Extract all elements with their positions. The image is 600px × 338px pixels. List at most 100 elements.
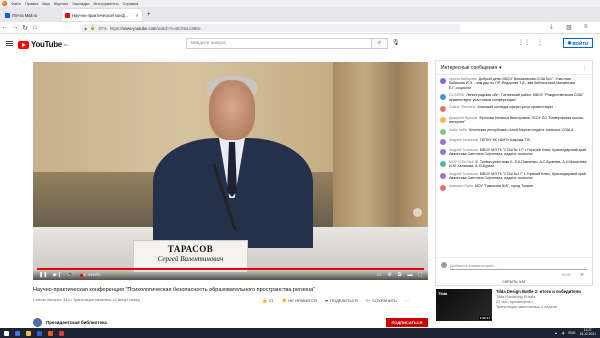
search-button[interactable]: ⌕ <box>372 38 388 49</box>
menu-item-help[interactable]: Справка <box>122 1 138 6</box>
pause-icon[interactable]: ❚❚ <box>39 272 47 278</box>
chat-author[interactable]: Galina Sheshina <box>449 105 475 109</box>
clock[interactable]: 11:27 15.12.2021 <box>579 329 596 336</box>
new-tab-button[interactable]: + <box>144 9 154 21</box>
chat-message-body: Андрей Толкачев МБОУ МО ГК "СОШ № 17" г Г… <box>449 148 588 157</box>
chat-input[interactable]: Добавить комментарий... <box>450 263 497 268</box>
settings-gear-icon[interactable]: ⚙ <box>387 272 391 278</box>
chat-author[interactable]: OLGERD <box>449 93 464 97</box>
back-icon[interactable]: ← <box>0 24 10 31</box>
youtube-logo[interactable]: YouTube RU <box>18 40 68 49</box>
channel-name[interactable]: Президентская библиотека <box>46 320 107 325</box>
chat-author[interactable]: Андрей Толкачев <box>449 148 478 152</box>
chat-message[interactable]: OLGERD Ленинградская обл , Гатчинский рай… <box>440 93 588 102</box>
lock-icon[interactable]: 🔒 <box>90 25 95 31</box>
word-icon[interactable] <box>37 330 42 336</box>
menu-item-tools[interactable]: Инструменты <box>94 1 119 6</box>
search-input[interactable]: Введите запрос <box>186 38 372 49</box>
mail-favicon-icon <box>5 12 10 18</box>
chat-options-icon[interactable]: ⋮ <box>582 65 587 71</box>
recommended-info[interactable]: Tilda Design Battle 2: итоги и победител… <box>496 289 581 321</box>
chat-message[interactable]: Аманата Путм МОУ "Гимназия №5", город Тих… <box>440 184 588 191</box>
like-button[interactable]: 👍 21 <box>262 298 273 303</box>
share-button[interactable]: ➦ ПОДЕЛИТЬСЯ <box>325 298 358 303</box>
video-player[interactable]: ТАРАСОВ Сергей Валентинович ❚❚ ▶❙ 🔊 В ЭФ… <box>33 62 428 280</box>
downloads-icon[interactable]: ⤓ <box>550 24 553 31</box>
tab-bar: Почта Mail.ru Научно-практическая конф..… <box>0 7 600 22</box>
network-icon[interactable]: ▲ <box>554 331 557 335</box>
chat-author[interactable]: Ирина Бабикова <box>449 77 476 81</box>
send-icon[interactable]: ➤ <box>580 272 584 278</box>
theater-mode-icon[interactable]: ▬ <box>407 272 412 278</box>
live-chat: Интересные сообщения ▾ ⋮ Ирина Бабикова Д… <box>435 60 593 286</box>
next-icon[interactable]: ▶❙ <box>53 272 61 278</box>
volume-tray-icon[interactable]: ◂) <box>562 331 565 335</box>
menu-item-bookmarks[interactable]: Закладки <box>72 1 89 6</box>
app-icon[interactable] <box>59 330 64 336</box>
chat-message[interactable]: Ирина Бабикова Добрый день! МБОУ Волжковс… <box>440 77 588 90</box>
chat-author[interactable]: Андрей Толкачев <box>449 172 478 176</box>
chat-messages[interactable]: Ирина Бабикова Добрый день! МБОУ Волжковс… <box>436 75 592 196</box>
subtitles-icon[interactable]: ▭ <box>377 272 382 278</box>
system-tray: ▲ ◂) ENG 11:27 15.12.2021 <box>554 329 600 336</box>
chat-message[interactable]: МОУ СОШ №4 Е. Тихвин,участники Б. Е.А.Пав… <box>440 160 588 169</box>
channel-avatar[interactable] <box>33 318 42 327</box>
chat-author[interactable]: Аманата Путм <box>449 184 473 188</box>
miniplayer-icon[interactable]: ⧉ <box>398 272 402 278</box>
subscribe-button[interactable]: ПОДПИСАТЬСЯ <box>386 318 428 327</box>
fullscreen-icon[interactable]: ⛶ <box>418 272 422 278</box>
menu-item-edit[interactable]: Правка <box>25 1 39 6</box>
chat-message[interactable]: Аиба Аиба Чеченская республика г.Аной Мар… <box>440 128 588 135</box>
close-tab-icon[interactable]: ✕ <box>135 13 139 18</box>
menu-item-file[interactable]: Файл <box>11 1 21 6</box>
tab-youtube[interactable]: Научно-практическая конф... ✕ <box>62 9 142 21</box>
zoom-level[interactable]: 67% <box>98 26 106 31</box>
speaker-name: ТАРАСОВ <box>167 244 214 254</box>
start-icon[interactable] <box>4 330 9 336</box>
menu-item-view[interactable]: Вид <box>42 1 49 6</box>
chat-author[interactable]: Аиба Аиба <box>449 128 467 132</box>
chat-message[interactable]: Galina Sheshina Анапский колледж сферы ус… <box>440 105 588 113</box>
chevron-down-icon[interactable]: ▾ <box>499 65 502 71</box>
microphone-icon[interactable]: 🎙 <box>392 39 400 46</box>
menu-icon[interactable]: ≡ <box>584 24 588 30</box>
chat-message[interactable]: Андрей Толкачев ГБПОУ КК «АМТ» Шарова Т.В… <box>440 138 588 145</box>
chat-author[interactable]: Андрей Толкачев <box>449 138 478 142</box>
chat-message-body: Андрей Толкачев ГБПОУ КК «АМТ» Шарова Т.В… <box>449 138 531 145</box>
language-indicator[interactable]: ENG <box>568 331 575 335</box>
save-button[interactable]: ≡+ СОХРАНИТЬ <box>366 298 397 303</box>
home-icon[interactable]: ⌂ <box>30 24 40 31</box>
live-indicator[interactable]: В ЭФИРЕ <box>79 273 101 277</box>
apps-grid-icon[interactable]: ⋮⋮ <box>518 39 530 46</box>
more-actions-icon[interactable]: ⋯ <box>405 298 409 303</box>
chat-mode-select[interactable]: Интересные сообщения <box>441 65 497 71</box>
menu-item-history[interactable]: Журнал <box>54 1 69 6</box>
chat-message[interactable]: Дмитрий Фролов Фролова Наталья Викторовна… <box>440 116 588 125</box>
chat-message[interactable]: Андрей Толкачев МБОУ МО ГК "СОШ № 17" г Г… <box>440 148 588 157</box>
hamburger-menu-icon[interactable] <box>6 40 13 47</box>
reload-icon[interactable]: ↻ <box>20 24 30 32</box>
shield-icon[interactable]: ◈ <box>84 26 87 31</box>
ie-icon[interactable] <box>15 330 20 336</box>
recommended-title[interactable]: Tilda Design Battle 2: итоги и победител… <box>496 289 581 294</box>
explorer-icon[interactable] <box>26 330 31 336</box>
library-icon[interactable]: ▥ <box>566 24 572 31</box>
channel-info[interactable]: Президентская библиотека <box>33 318 107 327</box>
channel-watermark-icon[interactable] <box>413 208 422 217</box>
tab-mail[interactable]: Почта Mail.ru <box>2 9 60 21</box>
user-avatar <box>441 262 447 268</box>
address-bar[interactable]: ◈ 🔒 67% https://www.youtube.com/watch?v=… <box>80 24 460 32</box>
recommended-thumbnail[interactable]: Tilda 1:22:17 <box>436 289 492 321</box>
chat-text: Ленинградская обл , Гатчинский район, МБ… <box>449 93 584 102</box>
chat-author[interactable]: МОУ СОШ №4 <box>449 160 473 164</box>
firefox-taskbar-icon[interactable] <box>48 330 53 336</box>
hide-chat-button[interactable]: СКРЫТЬ ЧАТ <box>436 280 592 284</box>
recommended-video[interactable]: Tilda 1:22:17 Tilda Design Battle 2: ито… <box>436 289 581 321</box>
signin-button[interactable]: ◉ ВОЙТИ <box>563 38 593 48</box>
forward-icon[interactable]: → <box>10 24 20 31</box>
volume-icon[interactable]: 🔊 <box>67 272 73 278</box>
chat-message[interactable]: Андрей Толкачев МБОУ МО ГК "СОШ №17" г. Г… <box>440 172 588 181</box>
dislike-button[interactable]: 👎 НЕ НРАВИТСЯ <box>281 298 316 303</box>
chat-author[interactable]: Дмитрий Фролов <box>449 116 477 120</box>
more-options-icon[interactable]: ⋮ <box>537 39 543 46</box>
